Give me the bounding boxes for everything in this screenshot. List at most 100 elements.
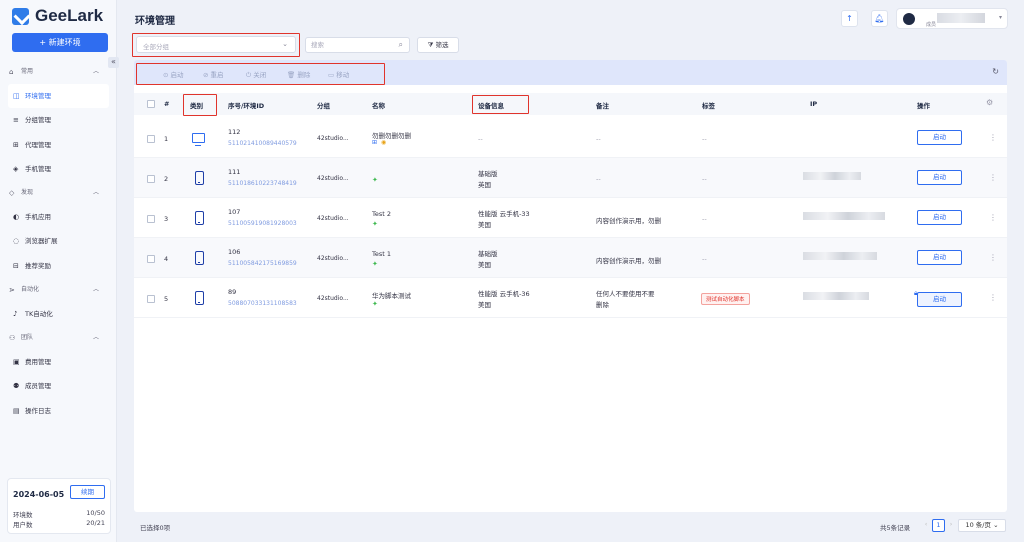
more-icon[interactable]: ⋮	[989, 213, 997, 222]
row-tag: --	[702, 175, 707, 183]
upload-button[interactable]: ↑	[841, 10, 858, 27]
start-button[interactable]: 启动	[917, 170, 962, 185]
column-serial[interactable]: 序号/环境ID	[228, 100, 264, 110]
table-row[interactable]: 3 107 511005919081928003 42studio... Tes…	[134, 198, 1007, 238]
column-group[interactable]: 分组	[317, 100, 330, 110]
row-env-id[interactable]: 508807033131108583	[228, 300, 297, 307]
chevron-up-icon: ︿	[92, 189, 99, 196]
collapse-sidebar-button[interactable]: «	[108, 57, 119, 68]
row-checkbox[interactable]	[147, 135, 155, 143]
ip-redacted	[803, 292, 869, 300]
brand-logo[interactable]: GeeLark	[12, 6, 103, 26]
table-row[interactable]: 1 112 511021410089440579 42studio... 勿删勿…	[134, 118, 1007, 158]
discover-icon: ◇	[9, 189, 15, 197]
next-page-button[interactable]: ›	[946, 519, 956, 532]
column-remark[interactable]: 备注	[596, 100, 609, 110]
sidebar-item-operation-log[interactable]: ▤ 操作日志	[0, 399, 117, 423]
restart-icon: ⊘	[203, 71, 211, 79]
trash-icon: 🗑︎	[287, 71, 298, 79]
sidebar-item-billing[interactable]: ▣ 费用管理	[0, 350, 117, 374]
batch-toolbar: ⊙ 启动 ⊘ 重启 ⏻ 关闭 🗑︎ 删除 ▭ 移动 ↻	[134, 60, 1007, 85]
row-index: 1	[164, 135, 169, 143]
selected-count: 已选择0项	[140, 524, 171, 532]
sidebar-item-proxies[interactable]: ⊞ 代理管理	[0, 133, 117, 157]
desktop-icon	[192, 133, 205, 146]
nav-group-team[interactable]: ⚇ 团队 ︿	[0, 326, 117, 350]
notification-button[interactable]: 🔔︎	[871, 10, 888, 27]
sidebar-item-phones[interactable]: ◈ 手机管理	[0, 157, 117, 181]
chevron-left-icon: ‹	[924, 520, 928, 528]
more-icon[interactable]: ⋮	[989, 293, 997, 302]
batch-start-button[interactable]: ⊙ 启动	[163, 69, 184, 79]
start-button[interactable]: 启动	[917, 130, 962, 145]
table-row[interactable]: 4 106 511005842175169859 42studio... Tes…	[134, 238, 1007, 278]
android-icon: ✦	[372, 260, 378, 268]
page-number[interactable]: 1	[932, 519, 945, 532]
row-tag: --	[702, 255, 707, 263]
android-icon: ✦	[372, 220, 378, 228]
row-env-id[interactable]: 511021410089440579	[228, 140, 297, 147]
new-environment-button[interactable]: + 新建环境	[12, 33, 108, 52]
row-serial: 106	[228, 248, 241, 256]
environment-panel: ⊙ 启动 ⊘ 重启 ⏻ 关闭 🗑︎ 删除 ▭ 移动 ↻ # 类别 序号/环境ID…	[134, 60, 1007, 512]
search-icon[interactable]: ⌕	[399, 40, 403, 50]
column-device[interactable]: 设备信息	[478, 100, 504, 110]
row-checkbox[interactable]	[147, 255, 155, 263]
start-button[interactable]: 启动	[917, 250, 962, 265]
column-ip[interactable]: IP	[810, 100, 817, 108]
renew-button[interactable]: 续期	[70, 485, 105, 499]
nav-group-discover[interactable]: ◇ 发现 ︿	[0, 181, 117, 205]
nav-group-common[interactable]: ⌂ 常用 ︿	[0, 60, 117, 84]
row-device: 性能版 云手机-36	[478, 290, 530, 298]
row-index: 5	[164, 295, 169, 303]
search-box: ⌕	[305, 37, 410, 53]
nav-group-automation[interactable]: ⋗ 自动化 ︿	[0, 278, 117, 302]
batch-restart-button[interactable]: ⊘ 重启	[203, 69, 224, 79]
members-icon: ⚉	[13, 382, 20, 391]
row-env-id[interactable]: 511005919081928003	[228, 220, 297, 227]
more-icon[interactable]: ⋮	[989, 133, 997, 142]
column-category[interactable]: 类别	[190, 100, 203, 110]
refresh-icon[interactable]: ↻	[992, 67, 999, 76]
billing-icon: ▣	[13, 358, 20, 366]
row-checkbox[interactable]	[147, 215, 155, 223]
chevron-up-icon: ︿	[92, 286, 99, 293]
row-checkbox[interactable]	[147, 295, 155, 303]
row-remark: --	[596, 135, 601, 143]
sidebar-item-groups[interactable]: ≡ 分组管理	[0, 108, 117, 132]
filter-button[interactable]: ⧩ 筛选	[417, 37, 459, 53]
search-input[interactable]	[311, 41, 391, 49]
row-group: 42studio...	[317, 175, 349, 182]
page-size-select[interactable]: 10 条/页 ⌄	[958, 519, 1006, 532]
start-button-locked[interactable]: 🔒︎ 启动	[914, 289, 962, 307]
batch-move-button[interactable]: ▭ 移动	[328, 69, 349, 79]
row-env-id[interactable]: 511018610223748419	[228, 180, 297, 187]
prev-page-button[interactable]: ‹	[921, 519, 931, 532]
table-row[interactable]: 5 89 508807033131108583 42studio... 华为脚本…	[134, 278, 1007, 318]
row-env-id[interactable]: 511005842175169859	[228, 260, 297, 267]
sidebar-item-environments[interactable]: ◫ 环境管理	[8, 84, 109, 109]
more-icon[interactable]: ⋮	[989, 173, 997, 182]
android-icon: ✦	[372, 176, 378, 184]
column-settings-icon[interactable]: ⚙	[986, 98, 993, 107]
sidebar-item-referral-rewards[interactable]: ⊟ 推荐奖励	[0, 254, 117, 278]
sidebar-item-browser-extensions[interactable]: ◌ 浏览器扩展	[0, 229, 117, 253]
batch-close-button[interactable]: ⏻ 关闭	[246, 69, 266, 80]
column-name[interactable]: 名称	[372, 100, 385, 110]
select-all-checkbox[interactable]	[147, 100, 155, 108]
row-serial: 89	[228, 288, 237, 296]
group-select[interactable]: 全部分组 ⌄	[136, 36, 296, 53]
sidebar-item-phone-apps[interactable]: ◐ 手机应用	[0, 205, 117, 229]
table-row[interactable]: 2 111 511018610223748419 42studio... ✦ 基…	[134, 158, 1007, 198]
user-menu[interactable]: 成员 ▾	[896, 8, 1008, 29]
sidebar-item-tk-automation[interactable]: ♪ TK自动化	[0, 302, 117, 326]
ip-redacted	[803, 172, 861, 180]
team-icon: ⚇	[9, 334, 16, 342]
row-checkbox[interactable]	[147, 175, 155, 183]
column-index: #	[164, 100, 170, 108]
more-icon[interactable]: ⋮	[989, 253, 997, 262]
batch-delete-button[interactable]: 🗑︎ 删除	[287, 69, 310, 79]
start-button[interactable]: 启动	[917, 210, 962, 225]
sidebar-item-members[interactable]: ⚉ 成员管理	[0, 374, 117, 398]
column-tags[interactable]: 标签	[702, 100, 715, 110]
